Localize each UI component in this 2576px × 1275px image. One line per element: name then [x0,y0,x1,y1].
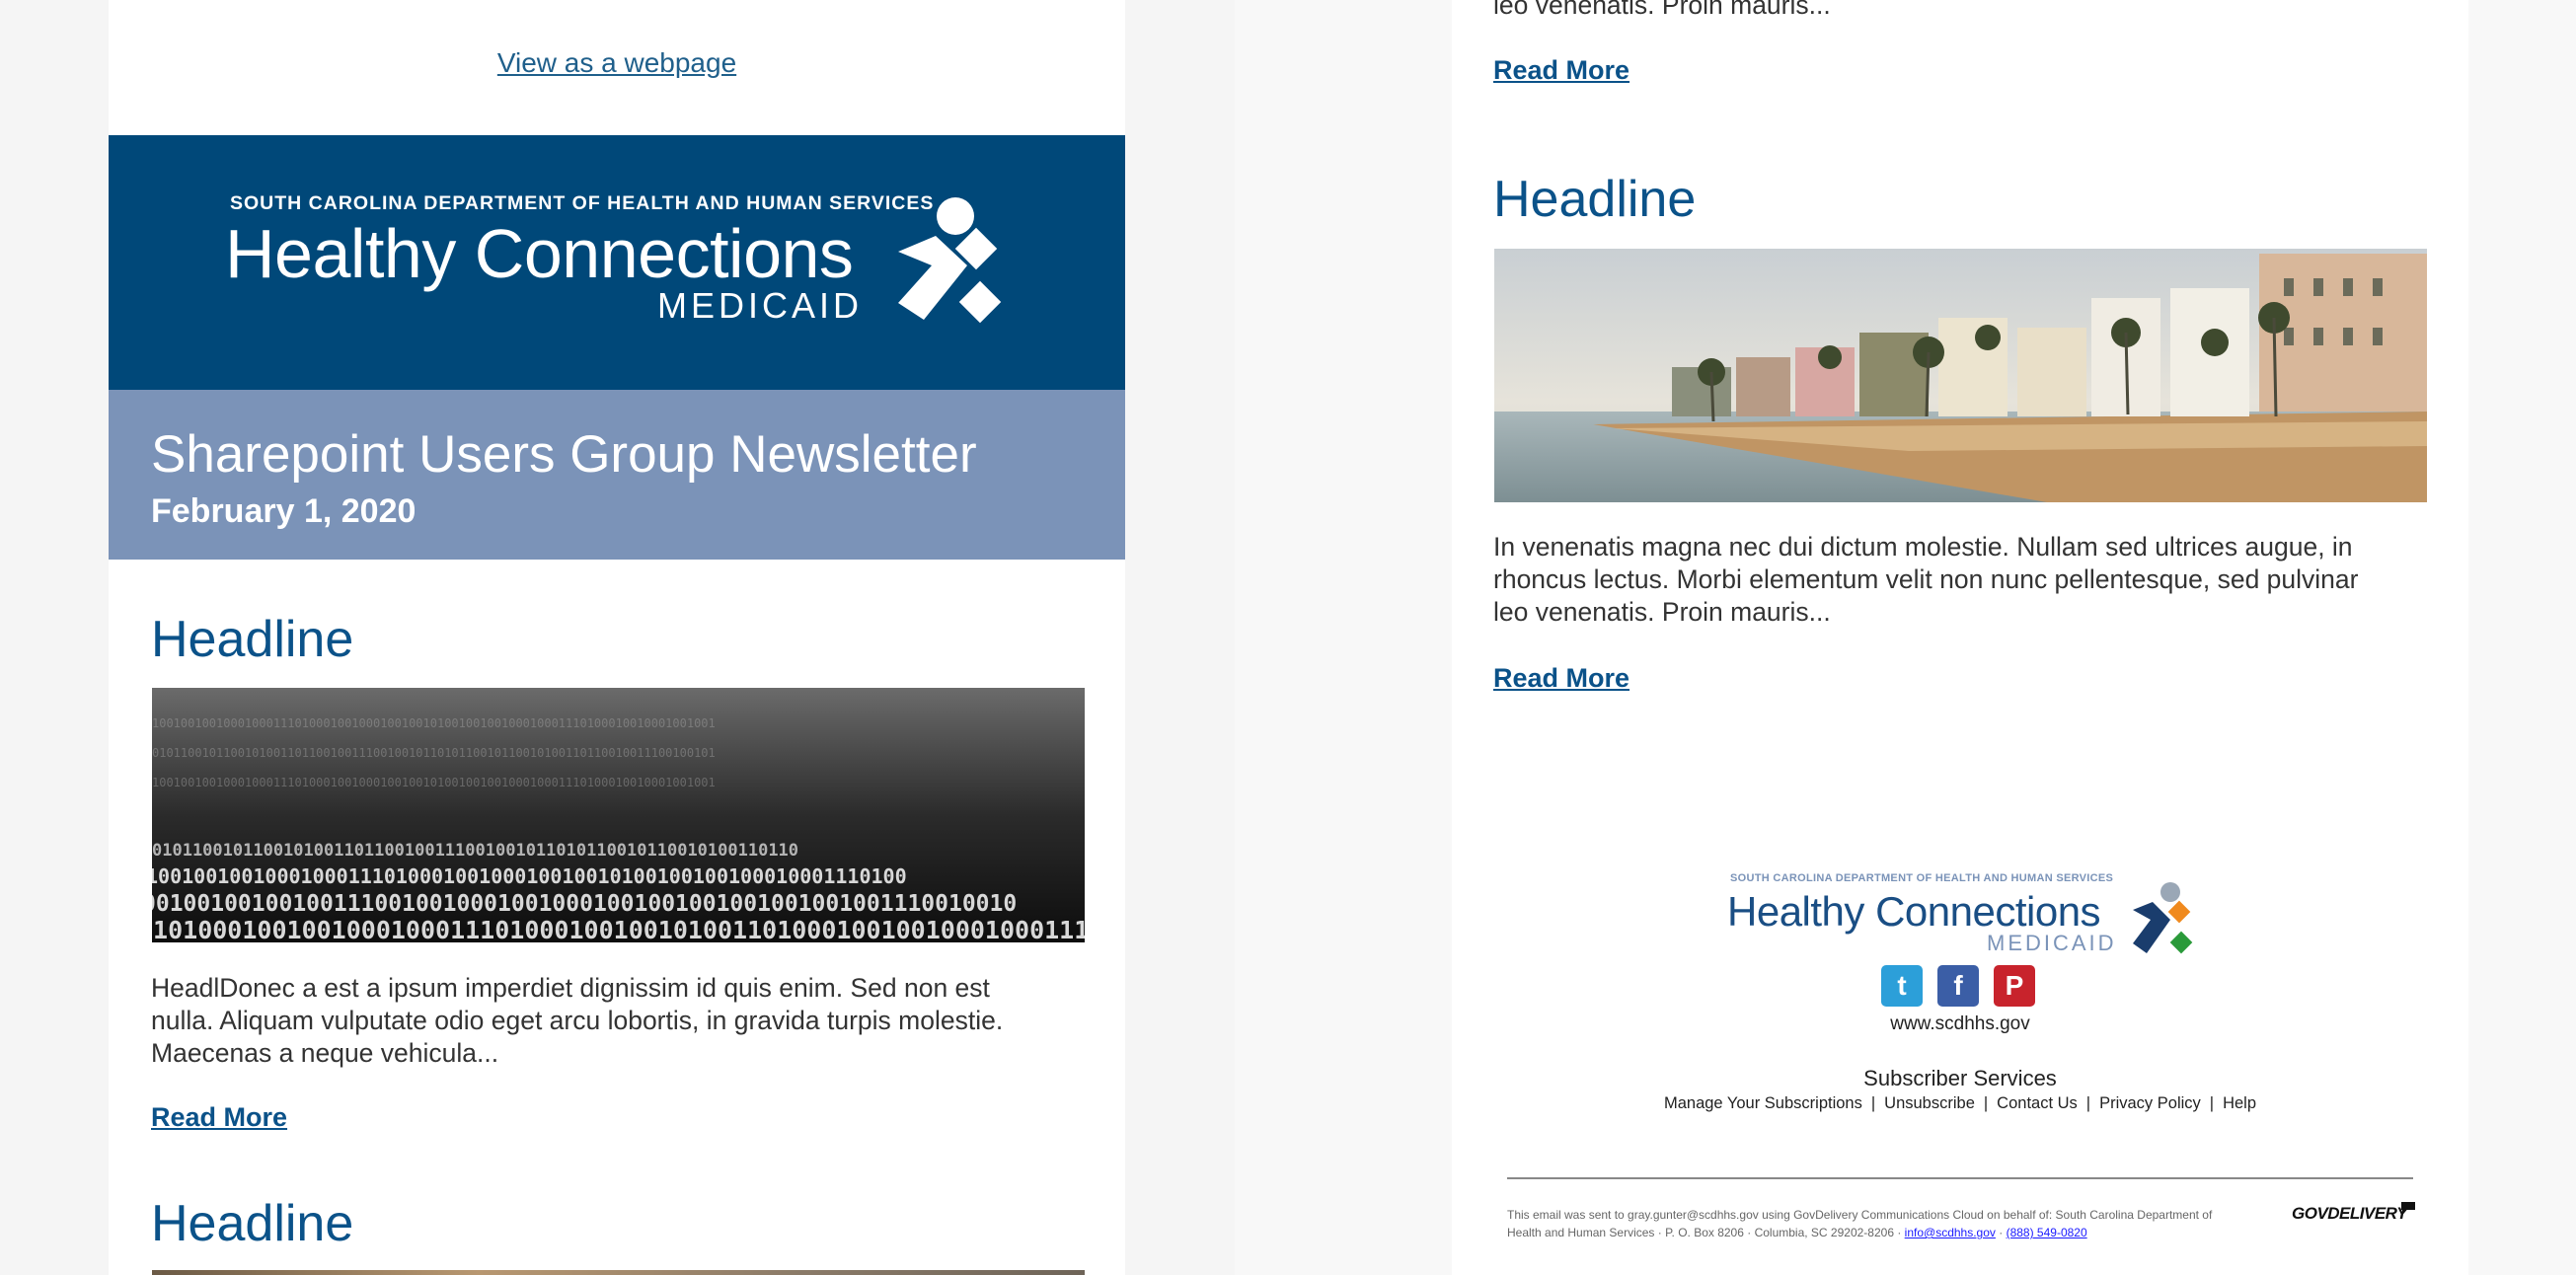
svg-text:001001001001001110010010001001: 0010010010010011100100100010010001001001… [152,891,1017,917]
logo-department: SOUTH CAROLINA DEPARTMENT OF HEALTH AND … [230,192,935,214]
phone-link[interactable]: (888) 549-0820 [2007,1226,2087,1239]
website-url[interactable]: www.scdhhs.gov [1452,1013,2468,1035]
facebook-icon[interactable]: f [1937,965,1979,1007]
article-1-body-line: Maecenas a neque vehicula... [151,1038,499,1068]
article-2-image [152,1270,1085,1275]
article-3-headline: Headline [1493,171,1697,228]
logo-mark-icon [898,197,1002,324]
binary-code-image-icon: 1001001001000100011101000100100010010010… [152,688,1085,942]
footer-divider [1507,1177,2413,1179]
subscriber-services-title: Subscriber Services [1863,1066,2057,1090]
footer-logo-name: Healthy Connections [1727,888,2101,935]
help-link[interactable]: Help [2223,1094,2256,1112]
article-3-body-line: leo venenatis. Proin mauris... [1493,597,1831,627]
fine-print-line-1: This email was sent to gray.gunter@scdhh… [1507,1208,2213,1222]
left-gutter [0,0,109,1275]
article-3-read-more-link[interactable]: Read More [1493,663,1629,694]
govdelivery-bubble-icon [2401,1202,2415,1214]
article-1-body-line: nulla. Aliquam vulputate odio eget arcu … [151,1006,1004,1035]
right-gutter-left [1235,0,1343,1275]
article-1-body: HeadlDonec a est a ipsum imperdiet digni… [151,972,1099,1070]
twitter-icon[interactable]: t [1881,965,1923,1007]
read-more-link-top[interactable]: Read More [1493,55,1629,86]
newsletter-title-band: Sharepoint Users Group Newsletter Februa… [109,390,1125,560]
privacy-policy-link[interactable]: Privacy Policy [2099,1094,2201,1112]
fine-print-line-2: Health and Human Services · P. O. Box 82… [1507,1226,2087,1239]
right-gutter [2468,0,2576,1275]
article-1-body-line: HeadlDonec a est a ipsum imperdiet digni… [151,973,990,1003]
social-links: t f P [1881,965,2035,1007]
separator: | [2209,1094,2215,1112]
footer-logo-medicaid: MEDICAID [1987,931,2117,955]
logo-medicaid: MEDICAID [657,285,864,326]
newsletter-title: Sharepoint Users Group Newsletter [151,425,977,484]
article-1-read-more-link[interactable]: Read More [151,1102,287,1133]
footer-logo-mark-icon [2133,882,2193,954]
svg-text:100100100100010001110100010010: 1001001001000100011101000100100010010010… [152,716,716,730]
svg-text:010110010110010100110110010011: 0101100101100101001101100100111001001011… [152,746,716,760]
article-3-body-line: rhoncus lectus. Morbi elementum velit no… [1493,564,2359,594]
article-3-body: In venenatis magna nec dui dictum molest… [1493,531,2441,629]
separator: | [2085,1094,2091,1112]
svg-text:110100010010010001000111010001: 1101000100100100010001110100010010010100… [152,916,1085,942]
fine-print: This email was sent to gray.gunter@scdhh… [1507,1206,2287,1241]
article-1-image: 1001001001000100011101000100100010010010… [152,688,1085,942]
svg-text:100100100100010001110100010010: 1001001001000100011101000100100010010010… [152,776,716,789]
newsletter-date: February 1, 2020 [151,492,417,530]
pinterest-icon[interactable]: P [1994,965,2035,1007]
subscriber-links: Manage Your Subscriptions | Unsubscribe | Co… [1452,1094,2468,1113]
govdelivery-logo: GOVDELIVERY [2292,1204,2408,1223]
view-as-webpage-link[interactable]: View as a webpage [109,47,1125,79]
right-gutter-inner [1343,0,1452,1275]
email-link[interactable]: info@scdhhs.gov [1905,1226,1996,1239]
separator: | [1983,1094,1989,1112]
separator: | [1870,1094,1876,1112]
panel-gap [1125,0,1235,1275]
article-3-body-line: In venenatis magna nec dui dictum molest… [1493,532,2353,562]
article-1-headline: Headline [151,611,354,668]
waterfront-image-icon [1494,249,2427,502]
header-banner: SOUTH CAROLINA DEPARTMENT OF HEALTH AND … [109,135,1125,390]
svg-text:100100100100010001110100010010: 1001001001000100011101000100100010010010… [152,864,907,888]
article-3-image [1494,249,2427,502]
unsubscribe-link[interactable]: Unsubscribe [1884,1094,1975,1112]
logo-name: Healthy Connections [225,215,854,292]
footer-logo-department: SOUTH CAROLINA DEPARTMENT OF HEALTH AND … [1730,872,2114,884]
svg-text:010110010110010100110110010011: 0101100101100101001101100100111001001011… [152,841,798,861]
email-panel-left: View as a webpage SOUTH CAROLINA DEPARTM… [109,0,1125,1275]
article-2-headline: Headline [151,1195,354,1252]
manage-subscriptions-link[interactable]: Manage Your Subscriptions [1664,1094,1862,1112]
fine-print-address: Health and Human Services · P. O. Box 82… [1507,1226,1902,1239]
contact-us-link[interactable]: Contact Us [1997,1094,2078,1112]
partial-body: leo venenatis. Proin mauris... [1493,0,1831,20]
